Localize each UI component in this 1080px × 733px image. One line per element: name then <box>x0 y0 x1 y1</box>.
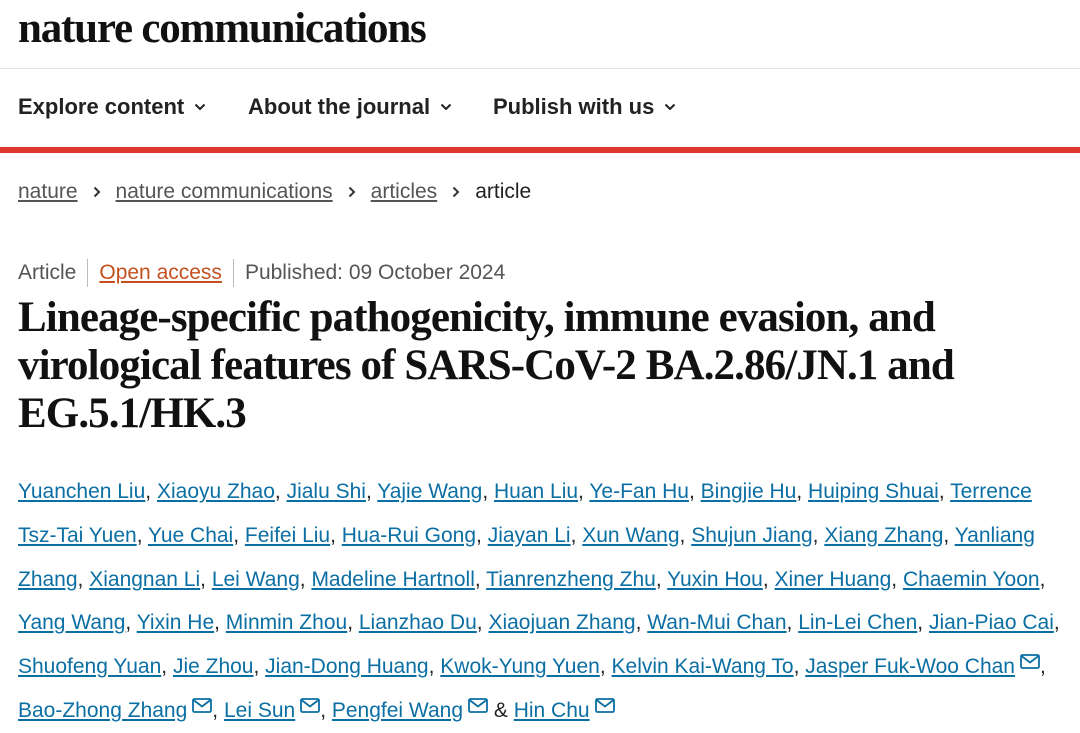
author-link[interactable]: Jian-Piao Cai <box>929 611 1054 634</box>
author-link[interactable]: Yixin He <box>137 611 214 634</box>
author-link[interactable]: Xiangnan Li <box>89 568 200 591</box>
nav-publish-with-us[interactable]: Publish with us <box>493 94 676 120</box>
breadcrumb-current: article <box>475 180 532 203</box>
chevron-right-icon <box>452 186 460 198</box>
author-link[interactable]: Shujun Jiang <box>691 524 812 547</box>
author-link[interactable]: Bao-Zhong Zhang <box>18 699 187 722</box>
author-link[interactable]: Huiping Shuai <box>808 480 939 503</box>
meta-divider <box>87 259 89 287</box>
published-date: Published: 09 October 2024 <box>244 261 506 284</box>
author-link[interactable]: Huan Liu <box>494 480 578 503</box>
author-link[interactable]: Lin-Lei Chen <box>798 611 917 634</box>
author-link[interactable]: Chaemin Yoon <box>903 568 1040 591</box>
author-link[interactable]: Yajie Wang <box>377 480 482 503</box>
author-link[interactable]: Hin Chu <box>514 699 590 722</box>
author-link[interactable]: Hua-Rui Gong <box>342 524 476 547</box>
breadcrumb-link-articles[interactable]: articles <box>371 180 438 204</box>
open-access-link[interactable]: Open access <box>99 261 222 285</box>
author-link[interactable]: Jasper Fuk-Woo Chan <box>805 655 1015 678</box>
envelope-icon[interactable] <box>468 698 488 713</box>
author-link[interactable]: Jiayan Li <box>488 524 571 547</box>
author-list: Yuanchen Liu, Xiaoyu Zhao, Jialu Shi, Ya… <box>18 480 1060 722</box>
chevron-down-icon <box>195 103 206 111</box>
nav-explore-content-label: Explore content <box>18 94 185 119</box>
breadcrumb: nature nature communications articles ar… <box>18 180 531 204</box>
article-meta: Article Open access Published: 09 Octobe… <box>18 259 505 287</box>
author-link[interactable]: Xiaoyu Zhao <box>157 480 275 503</box>
envelope-icon[interactable] <box>594 698 615 713</box>
author-link[interactable]: Tianrenzheng Zhu <box>486 568 656 591</box>
author-link[interactable]: Ye-Fan Hu <box>589 480 689 503</box>
chevron-right-icon <box>93 186 100 198</box>
author-link[interactable]: Bingjie Hu <box>701 480 797 503</box>
author-link[interactable]: Xiaojuan Zhang <box>488 611 635 634</box>
envelope-icon[interactable] <box>1020 654 1040 670</box>
author-link[interactable]: Kelvin Kai-Wang To <box>612 655 794 678</box>
author-link[interactable]: Yue Chai <box>148 524 233 547</box>
breadcrumb-link-nature[interactable]: nature <box>18 180 78 204</box>
chevron-right-icon <box>348 186 356 198</box>
nav-publish-with-us-label: Publish with us <box>493 94 655 119</box>
article-type: Article <box>18 261 77 284</box>
author-link[interactable]: Jialu Shi <box>287 480 366 503</box>
author-link[interactable]: Shuofeng Yuan <box>18 655 161 678</box>
author-link[interactable]: Yang Wang <box>18 611 125 634</box>
author-link[interactable]: Kwok-Yung Yuen <box>440 655 600 678</box>
chevron-down-icon <box>665 103 676 111</box>
author-link[interactable]: Yuxin Hou <box>667 568 763 591</box>
nav-explore-content[interactable]: Explore content <box>18 94 206 120</box>
author-link[interactable]: Madeline Hartnoll <box>311 568 474 591</box>
main-nav: Explore content About the journal Publis… <box>0 69 1080 153</box>
chevron-down-icon <box>440 103 452 111</box>
breadcrumb-link-nature-communications[interactable]: nature communications <box>116 180 333 204</box>
author-link[interactable]: Lei Wang <box>212 568 300 591</box>
envelope-icon[interactable] <box>192 698 213 713</box>
author-link[interactable]: Xun Wang <box>582 524 679 547</box>
author-link[interactable]: Lei Sun <box>224 699 295 722</box>
nav-about-the-journal-label: About the journal <box>248 94 431 119</box>
author-link[interactable]: Xiang Zhang <box>824 524 943 547</box>
meta-divider <box>232 259 234 287</box>
author-link[interactable]: Pengfei Wang <box>332 699 463 722</box>
author-link[interactable]: Jie Zhou <box>173 655 254 678</box>
author-link[interactable]: Jian-Dong Huang <box>265 655 428 678</box>
nav-about-the-journal[interactable]: About the journal <box>248 94 452 120</box>
author-link[interactable]: Wan-Mui Chan <box>647 611 786 634</box>
article-title: Lineage-specific pathogenicity, immune e… <box>18 294 955 437</box>
author-link[interactable]: Lianzhao Du <box>359 611 477 634</box>
journal-logo[interactable]: nature communications <box>18 4 427 53</box>
author-link[interactable]: Yuanchen Liu <box>18 480 145 503</box>
site-header: nature communications <box>0 0 1080 69</box>
author-link[interactable]: Xiner Huang <box>775 568 892 591</box>
author-link[interactable]: Feifei Liu <box>245 524 330 547</box>
envelope-icon[interactable] <box>300 698 321 713</box>
author-link[interactable]: Minmin Zhou <box>226 611 347 634</box>
